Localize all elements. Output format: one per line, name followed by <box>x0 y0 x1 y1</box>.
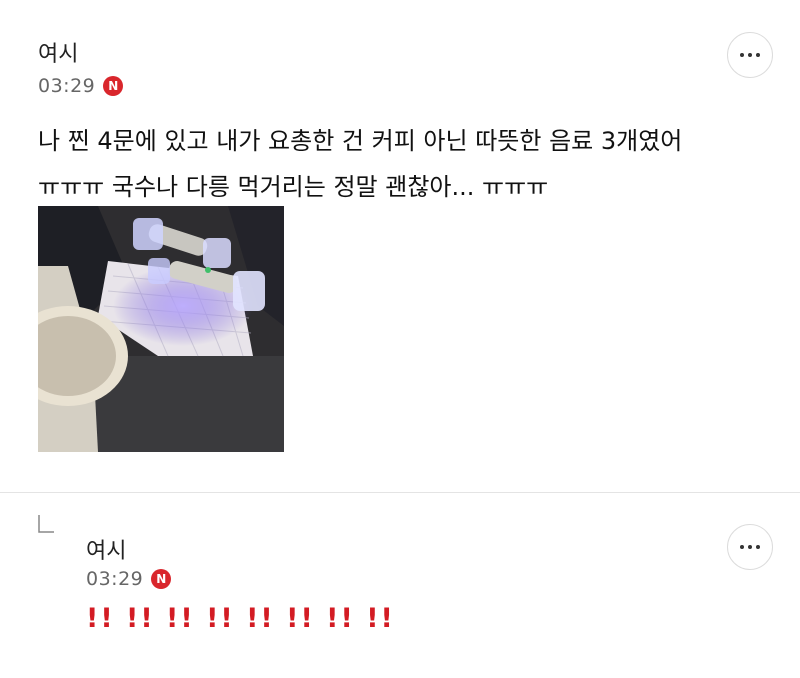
comment-time: 03:29 <box>86 568 144 590</box>
comment-author[interactable]: 여시 <box>86 533 126 565</box>
comment-photo[interactable] <box>38 206 284 452</box>
comment-meta: 03:29 N <box>38 75 124 97</box>
comment-item: 여시 03:29 N 나 찐 4문에 있고 내가 요총한 건 커피 아닌 따뜻한… <box>0 0 800 492</box>
comment-meta: 03:29 N <box>86 568 172 590</box>
new-badge-icon: N <box>103 76 124 96</box>
comment-time: 03:29 <box>38 75 96 97</box>
comment-body-line: ㅠㅠㅠ 국수나 다릉 먹거리는 정말 괜찮아... ㅠㅠㅠ <box>38 173 549 201</box>
more-horizontal-icon <box>740 545 760 549</box>
reply-arrow-icon <box>38 515 54 533</box>
photo-light-sticks-on-notebook <box>38 206 284 452</box>
new-badge-icon: N <box>151 569 172 589</box>
reply-comment-item: 여시 03:29 N !! !! !! !! !! !! !! !! <box>0 493 800 678</box>
comment-body-line: 나 찐 4문에 있고 내가 요총한 건 커피 아닌 따뜻한 음료 3개였어 <box>38 127 683 155</box>
more-horizontal-icon <box>740 53 760 57</box>
comment-body: 나 찐 4문에 있고 내가 요총한 건 커피 아닌 따뜻한 음료 3개였어 ㅠㅠ… <box>38 118 778 210</box>
more-options-button[interactable] <box>727 524 773 570</box>
more-options-button[interactable] <box>727 32 773 78</box>
comment-author[interactable]: 여시 <box>38 36 78 68</box>
reply-body: !! !! !! !! !! !! !! !! <box>86 603 395 634</box>
